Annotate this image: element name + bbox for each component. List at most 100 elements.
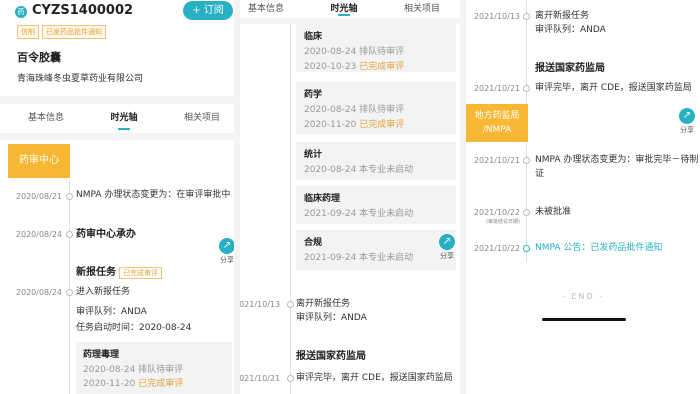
- event-date: 2020/08/21: [15, 192, 62, 201]
- review-line: 2021-09-24 本专业未启动: [304, 209, 414, 219]
- review-status: 已完成审评: [359, 62, 405, 72]
- timeline-panel-1: 药 CYZS1400002 + 订阅 仿制 已发药品批件通知 百令胶囊 青海珠峰冬…: [0, 0, 234, 394]
- end-marker: - END -: [562, 292, 605, 301]
- review-line: 2020-08-24 本专业未启动: [304, 165, 414, 175]
- tab-bar: 基本信息 时光轴 相关项目: [0, 104, 234, 132]
- review-title: 临床: [304, 32, 323, 42]
- share-button[interactable]: ↗ 分享: [214, 238, 234, 265]
- review-item-pharmacy: 药学 2020-08-24 排队待审评 2020-11-20 已完成审评: [296, 82, 456, 134]
- review-title: 合规: [304, 238, 323, 248]
- status-tags: 仿制 已发药品批件通知: [17, 25, 109, 39]
- home-indicator: [542, 318, 626, 321]
- review-title: 药学: [304, 90, 323, 100]
- event-date: 2021/10/13: [473, 12, 520, 21]
- review-date: 2020-10-23: [304, 62, 357, 72]
- timeline-node: [66, 231, 73, 238]
- event-text: NMPA 办理状态变更为：在审评审批中: [76, 190, 231, 200]
- event-line: 证: [535, 169, 545, 179]
- tab-basic-info[interactable]: 基本信息: [240, 0, 306, 18]
- org-label-line: /NMPA: [482, 125, 512, 135]
- timeline-node: [66, 289, 73, 296]
- timeline-node: [523, 157, 530, 164]
- review-item-compliance: 合规 2021-09-24 本专业未启动: [296, 230, 456, 270]
- event-date: 2021/10/13: [240, 300, 281, 309]
- share-icon: ↗: [219, 238, 234, 254]
- timeline-node: [523, 85, 530, 92]
- review-title: 药理毒理: [83, 350, 120, 360]
- event-date: 2021/10/21: [473, 156, 520, 165]
- review-title: 统计: [304, 150, 323, 160]
- timeline-node: [287, 301, 294, 308]
- event-line: 审评完毕，离开 CDE，报送国家药监局: [535, 83, 692, 93]
- share-label: 分享: [680, 126, 694, 134]
- review-status: 已完成审评: [138, 379, 184, 389]
- event-date: 2021/10/21: [240, 374, 281, 383]
- drug-name: 百令胶囊: [17, 51, 61, 64]
- review-title: 临床药理: [304, 194, 341, 204]
- timeline-node: [523, 13, 530, 20]
- share-icon: ↗: [679, 108, 695, 124]
- review-line: 2020-08-24 排队待审评: [83, 365, 184, 375]
- org-label-line: 地方药监局: [474, 111, 520, 121]
- review-line: 2020-08-24 排队待审评: [304, 105, 405, 115]
- share-button[interactable]: ↗ 分享: [674, 108, 700, 135]
- subscribe-button[interactable]: + 订阅: [183, 1, 233, 20]
- tab-related-projects[interactable]: 相关项目: [382, 0, 460, 18]
- new-task-badge: 已完成审评: [119, 267, 162, 279]
- acceptance-code: CYZS1400002: [32, 3, 134, 18]
- tab-basic-info[interactable]: 基本信息: [6, 104, 86, 132]
- share-icon: ↗: [439, 234, 455, 250]
- new-task-line: 审评队列：ANDA: [76, 307, 147, 317]
- timeline-axis: [290, 24, 291, 394]
- event-line: 审评队列：ANDA: [535, 25, 606, 35]
- section-divider: [0, 133, 234, 140]
- new-task-line: 进入新报任务: [76, 287, 131, 297]
- review-line: 2021-09-24 本专业未启动: [304, 253, 414, 263]
- event-line-latest: NMPA 公告：已发药品批件通知: [535, 243, 663, 253]
- event-date-note: (审批结论日期): [486, 219, 520, 225]
- event-date: 2021/10/22: [473, 208, 520, 217]
- share-label: 分享: [220, 256, 234, 264]
- drug-header: 药 CYZS1400002 + 订阅 仿制 已发药品批件通知 百令胶囊 青海珠峰冬…: [0, 0, 234, 100]
- tag-status: 已发药品批件通知: [42, 25, 106, 39]
- review-item-clinical-pharmacology: 临床药理 2021-09-24 本专业未启动: [296, 186, 456, 224]
- event-line: NMPA 办理状态变更为：审批完毕－待制: [535, 155, 699, 165]
- tab-related-projects[interactable]: 相关项目: [162, 104, 234, 132]
- timeline-axis: [69, 180, 70, 394]
- event-line: 未被批准: [535, 207, 572, 217]
- timeline-panel-2: 基本信息 时光轴 相关项目 临床 2020-08-24 排队待审评 2020-1…: [240, 0, 460, 394]
- event-date: 2021/10/22: [473, 244, 520, 253]
- event-date: 2021/10/21: [473, 84, 520, 93]
- drug-type-icon: 药: [15, 6, 27, 18]
- timeline-node: [523, 209, 530, 216]
- org-label-cde: 药审中心: [8, 144, 70, 178]
- timeline-node: [66, 193, 73, 200]
- new-task-title: 新报任务 已完成审评: [76, 264, 162, 281]
- share-button[interactable]: ↗ 分享: [434, 234, 460, 261]
- tab-timeline[interactable]: 时光轴: [304, 0, 384, 18]
- event-title: 报送国家药监局: [535, 63, 605, 74]
- new-task-label: 新报任务: [76, 267, 116, 278]
- tag-type: 仿制: [17, 25, 39, 39]
- review-status: 已完成审评: [359, 120, 405, 130]
- event-date: 2020/08/24: [15, 288, 62, 297]
- review-date: 2020-11-20: [83, 379, 136, 389]
- new-task-line: 任务启动时间：2020-08-24: [76, 323, 192, 333]
- timeline-panel-3: 2021/10/13 离开新报任务 审评队列：ANDA 报送国家药监局 2021…: [466, 0, 700, 394]
- company-name: 青海珠峰冬虫夏草药业有限公司: [17, 74, 144, 84]
- review-line: 2020-11-20 已完成审评: [83, 377, 225, 391]
- timeline-node: [287, 375, 294, 382]
- org-label-nmpa: 地方药监局 /NMPA: [466, 104, 528, 142]
- review-item-pharmacology: 药理毒理 2020-08-24 排队待审评 2020-11-20 已完成审评: [76, 342, 232, 394]
- event-title: 药审中心承办: [76, 229, 136, 240]
- tab-timeline[interactable]: 时光轴: [84, 104, 164, 132]
- review-item-statistics: 统计 2020-08-24 本专业未启动: [296, 142, 456, 180]
- review-date: 2020-11-20: [304, 120, 357, 130]
- event-date: 2020/08/24: [15, 230, 62, 239]
- timeline-node-latest: [523, 245, 530, 252]
- section-divider: [0, 96, 234, 104]
- event-line: 审评完毕，离开 CDE，报送国家药监局: [296, 373, 453, 383]
- event-line: 审评队列：ANDA: [296, 313, 367, 323]
- event-title: 报送国家药监局: [296, 351, 366, 362]
- share-label: 分享: [440, 252, 454, 260]
